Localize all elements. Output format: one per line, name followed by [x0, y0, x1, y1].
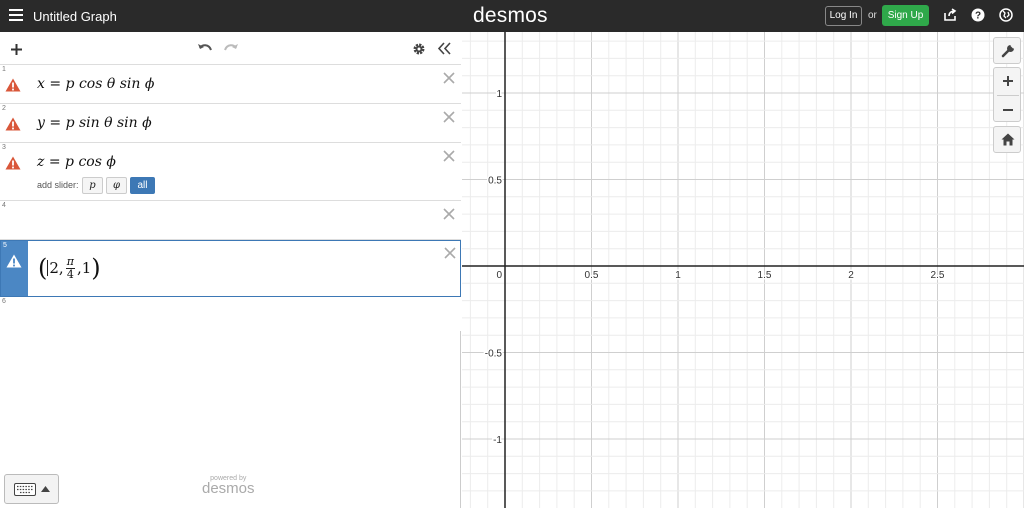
line-number: 6	[2, 298, 6, 305]
slider-button-all[interactable]: all	[130, 177, 155, 194]
expression-variable: z	[37, 154, 45, 170]
y-tick-label: 0.5	[488, 176, 502, 187]
warning-icon[interactable]	[5, 156, 21, 170]
equals-sign: =	[48, 154, 61, 170]
expression-row-6[interactable]: 6	[0, 297, 461, 331]
slider-button-phi[interactable]: φ	[106, 177, 127, 194]
login-button[interactable]: Log In	[825, 6, 862, 26]
graph-canvas[interactable]: 0 0.5 1 1.5 2 2.5 1 0.5 -0.5 -1	[462, 32, 1024, 508]
expression-rhs: p cos θ sin ϕ	[65, 76, 155, 92]
desmos-logo: desmos	[473, 4, 548, 27]
expression-row-3[interactable]: 3 z = p cos ϕ add slider: p φ all	[0, 143, 461, 201]
expression-panel: 1 x = p cos θ sin ϕ 2 y = p sin θ sin ϕ	[0, 32, 461, 508]
expression-math[interactable]: z = p cos ϕ	[37, 154, 116, 170]
powered-by-brand: desmos	[202, 480, 255, 497]
expression-rhs: p cos ϕ	[65, 154, 116, 170]
redo-icon[interactable]	[223, 42, 239, 54]
expression-variable: x	[37, 76, 45, 92]
help-icon[interactable]: ?	[971, 8, 985, 22]
gear-icon[interactable]	[412, 42, 426, 56]
graph-title[interactable]: Untitled Graph	[33, 9, 117, 24]
expression-gutter: 1	[0, 65, 27, 103]
top-bar: Untitled Graph desmos Log In or Sign Up …	[0, 0, 1024, 32]
open-paren: (	[38, 254, 48, 282]
x-tick-label: 2.5	[931, 270, 945, 281]
x-tick-label: 1	[675, 270, 681, 281]
or-text: or	[868, 10, 877, 21]
expression-rhs: p sin θ sin ϕ	[65, 115, 152, 131]
x-tick-label: 0	[496, 270, 502, 281]
plus-icon[interactable]	[10, 43, 23, 56]
x-tick-label: 2	[848, 270, 854, 281]
expression-variable: y	[37, 115, 45, 131]
point-coordinate-a: 2	[49, 259, 59, 277]
point-coordinate-c: 1	[81, 259, 92, 277]
fraction-numerator: π	[65, 254, 75, 269]
expression-row-2[interactable]: 2 y = p sin θ sin ϕ	[0, 104, 461, 143]
zoom-controls	[993, 67, 1021, 122]
double-chevron-left-icon[interactable]	[437, 42, 451, 55]
warning-icon[interactable]	[5, 78, 21, 92]
powered-by-desmos[interactable]: powered by desmos	[202, 475, 255, 497]
fraction-denominator: 4	[66, 267, 74, 281]
keypad-toggle-button[interactable]	[4, 474, 59, 504]
x-tick-label: 0.5	[585, 270, 599, 281]
expression-toolbar	[0, 32, 461, 65]
expression-row-5[interactable]: 5 ( 2, π 4 ,1 )	[0, 240, 461, 297]
close-icon[interactable]	[442, 149, 456, 163]
equals-sign: =	[49, 76, 62, 92]
close-icon[interactable]	[442, 71, 456, 85]
close-paren: )	[91, 254, 101, 282]
share-icon[interactable]	[943, 8, 957, 22]
point-expression[interactable]: ( 2, π 4 ,1 )	[38, 254, 101, 282]
expression-gutter: 3	[0, 143, 27, 200]
warning-icon[interactable]	[5, 117, 21, 131]
warning-icon[interactable]	[6, 254, 22, 268]
menu-icon[interactable]	[9, 9, 23, 21]
home-icon	[1001, 133, 1015, 146]
expression-gutter: 2	[0, 104, 27, 142]
x-tick-label: 1.5	[758, 270, 772, 281]
wrench-icon	[1001, 44, 1015, 58]
expression-row-4[interactable]: 4	[0, 201, 461, 240]
expression-math[interactable]: x = p cos θ sin ϕ	[37, 76, 154, 92]
add-slider-label: add slider:	[37, 180, 79, 190]
line-number: 4	[2, 202, 6, 209]
text-cursor	[47, 260, 49, 276]
close-icon[interactable]	[443, 246, 457, 260]
line-number: 3	[2, 144, 6, 151]
zoom-out-icon[interactable]	[1002, 104, 1014, 116]
line-number: 2	[2, 105, 6, 112]
undo-icon[interactable]	[197, 42, 213, 54]
zoom-in-icon[interactable]	[1002, 75, 1014, 87]
caret-up-icon	[41, 486, 50, 492]
y-tick-label: -1	[493, 435, 502, 446]
expression-gutter: 6	[0, 297, 27, 331]
default-viewport-button[interactable]	[993, 126, 1021, 153]
equals-sign: =	[49, 115, 62, 131]
slider-button-p[interactable]: p	[82, 177, 103, 194]
expression-gutter: 4	[0, 201, 27, 239]
y-tick-label: 1	[496, 89, 502, 100]
graph-settings-button[interactable]	[993, 37, 1021, 64]
line-number: 5	[3, 242, 7, 249]
close-icon[interactable]	[442, 207, 456, 221]
expression-row-1[interactable]: 1 x = p cos θ sin ϕ	[0, 65, 461, 104]
expression-math[interactable]: y = p sin θ sin ϕ	[37, 115, 152, 131]
language-globe-icon[interactable]	[999, 8, 1013, 22]
zoom-divider	[997, 95, 1019, 96]
expression-gutter: 5	[1, 241, 28, 296]
graph-paper[interactable]: 0 0.5 1 1.5 2 2.5 1 0.5 -0.5 -1	[462, 32, 1024, 508]
signup-button[interactable]: Sign Up	[882, 5, 929, 26]
y-tick-label: -0.5	[485, 349, 503, 360]
fraction: π 4	[65, 254, 75, 281]
line-number: 1	[2, 66, 6, 73]
close-icon[interactable]	[442, 110, 456, 124]
keyboard-icon	[14, 483, 36, 496]
svg-text:?: ?	[975, 11, 981, 22]
